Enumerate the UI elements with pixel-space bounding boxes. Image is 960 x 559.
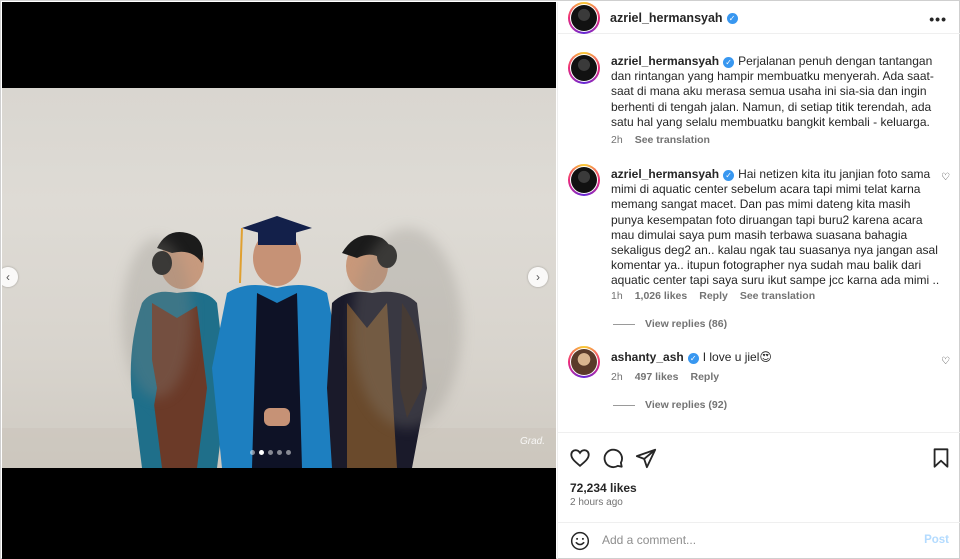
see-translation-link[interactable]: See translation [740,290,815,302]
caption-avatar[interactable] [568,52,600,84]
post-comment-button[interactable]: Post [924,534,949,546]
save-bookmark-icon[interactable] [930,447,952,469]
view-replies-button[interactable]: View replies (92) [613,399,727,411]
add-comment-bar: Post [558,522,960,559]
carousel-dot [250,450,255,455]
comment-username[interactable]: ashanty_ash [611,350,684,364]
comment-time: 1h [611,290,623,302]
author-username: azriel_hermansyah [610,11,723,25]
people-illustration [2,216,556,468]
carousel-indicator [250,450,291,455]
wall-shadow [122,238,192,398]
share-send-icon[interactable] [635,447,657,469]
like-comment-heart-icon[interactable]: ♡ [941,356,950,367]
comment-meta: 1h 1,026 likes Reply See translation [611,290,815,302]
comment-meta: 2h 497 likes Reply [611,371,719,383]
comment-text: I love u jiel😍 [702,350,772,364]
post-details-panel: azriel_hermansyah ✓ ••• azriel_hermansya… [557,2,960,559]
divider-line [613,323,635,325]
verified-badge-icon: ✓ [726,12,738,24]
caption: azriel_hermansyah ✓ Perjalanan penuh denga… [611,54,941,130]
next-arrow-button[interactable]: › [528,267,548,287]
author-avatar[interactable] [568,2,600,34]
author-username-link[interactable]: azriel_hermansyah ✓ [610,11,738,25]
comment-avatar[interactable] [568,164,600,196]
emoji-smile-icon[interactable] [570,531,590,551]
post-actions: 72,234 likes 2 hours ago [558,432,960,522]
caption-meta: 2h See translation [611,134,710,146]
post-header: azriel_hermansyah ✓ ••• [558,2,960,34]
photo-watermark: Grad. [520,436,546,447]
wall-shadow [352,228,462,428]
view-replies-label: View replies (92) [645,399,728,411]
like-comment-heart-icon[interactable]: ♡ [941,172,950,183]
reply-button[interactable]: Reply [690,371,719,383]
more-options-icon[interactable]: ••• [929,11,947,27]
see-translation-link[interactable]: See translation [635,134,710,146]
comment-avatar[interactable] [568,346,600,378]
reply-button[interactable]: Reply [699,290,728,302]
post-media[interactable]: Grad. ‹ › [2,2,556,559]
view-replies-label: View replies (86) [645,318,728,330]
graduation-photo: Grad. [2,88,556,468]
comment-likes[interactable]: 1,026 likes [635,290,688,302]
divider-line [613,404,635,406]
verified-badge-icon: ✓ [723,170,735,181]
view-replies-button[interactable]: View replies (86) [613,318,727,330]
carousel-dot [286,450,291,455]
comment-bubble-icon[interactable] [602,447,624,469]
carousel-dot [277,450,282,455]
carousel-dot [268,450,273,455]
comment-time: 2h [611,371,623,383]
chevron-left-icon: ‹ [6,270,10,284]
verified-badge-icon: ✓ [687,353,699,364]
comment: azriel_hermansyah ✓ Hai netizen kita itu j… [611,167,941,289]
instagram-post-frame: Grad. ‹ › azriel_hermansyah ✓ ••• azriel… [0,0,960,559]
add-comment-input[interactable] [602,533,902,547]
like-heart-icon[interactable] [569,447,591,469]
chevron-right-icon: › [536,270,540,284]
comment-likes[interactable]: 497 likes [635,371,679,383]
comment-username[interactable]: azriel_hermansyah [611,167,719,181]
comment-text: Hai netizen kita itu janjian foto sama m… [611,167,940,288]
comment: ashanty_ash ✓ I love u jiel😍 [611,350,941,365]
carousel-dot-active [259,450,264,455]
posted-time: 2 hours ago [570,497,623,508]
likes-count[interactable]: 72,234 likes [570,481,637,495]
caption-username[interactable]: azriel_hermansyah [611,54,719,68]
caption-time: 2h [611,134,623,146]
verified-badge-icon: ✓ [723,57,735,68]
